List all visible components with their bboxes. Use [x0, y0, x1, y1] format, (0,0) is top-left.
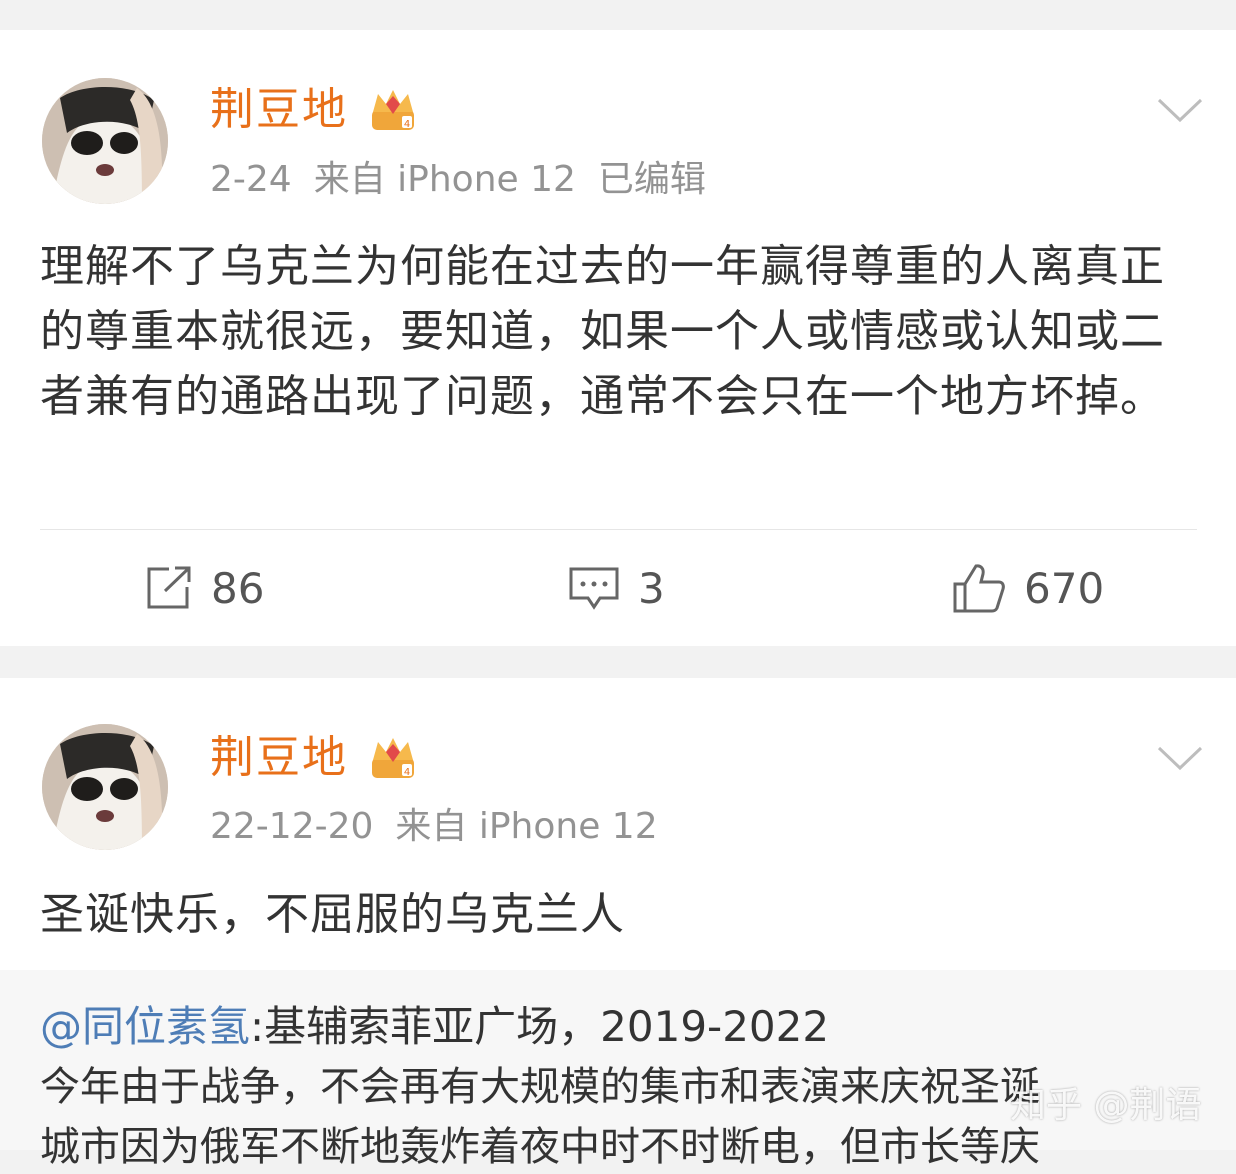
- avatar[interactable]: [42, 724, 168, 850]
- retweet-title: :基辅索菲亚广场，2019-2022: [250, 1002, 830, 1051]
- cat-avatar-icon: [42, 78, 168, 204]
- like-button[interactable]: 670: [952, 558, 1104, 618]
- username[interactable]: 荆豆地: [210, 82, 348, 138]
- repost-count: 86: [211, 563, 265, 613]
- chevron-down-icon[interactable]: [1155, 742, 1205, 772]
- like-count: 670: [1024, 563, 1105, 613]
- post-meta: 22-12-20 来自 iPhone 12: [210, 805, 680, 849]
- weibo-post-card: 荆豆地 4 2-24 来自 iPhone 12 已编辑 理解不了乌克兰为何能在过去的…: [0, 30, 1236, 646]
- retweet-text-line: 今年由于战争，不会再有大规模的集市和表演来庆祝圣诞: [40, 1064, 1040, 1110]
- comment-button[interactable]: 3: [568, 558, 665, 618]
- retweet-header: @同位素氢:基辅索菲亚广场，2019-2022: [40, 1000, 829, 1054]
- svg-text:4: 4: [404, 767, 410, 778]
- retweet-text-line: 城市因为俄军不断地轰炸着夜中时不时断电，但市长等庆: [40, 1124, 1040, 1170]
- crown-badge-icon[interactable]: 4: [368, 734, 418, 782]
- mention-link[interactable]: @同位素氢: [40, 1002, 250, 1051]
- post-text: 理解不了乌克兰为何能在过去的一年赢得尊重的人离真正的尊重本就很远，要知道，如果一…: [40, 241, 1165, 422]
- comment-count: 3: [638, 563, 665, 613]
- post-date: 2-24: [210, 159, 292, 200]
- crown-badge-icon[interactable]: 4: [368, 86, 418, 134]
- repost-icon: [147, 566, 191, 609]
- comment-icon: [569, 567, 619, 610]
- chevron-down-icon[interactable]: [1155, 94, 1205, 124]
- username[interactable]: 荆豆地: [210, 730, 348, 786]
- avatar[interactable]: [42, 78, 168, 204]
- post-date: 22-12-20: [210, 806, 374, 847]
- divider: [40, 529, 1197, 530]
- thumbs-up-icon: [953, 564, 1005, 613]
- edited-label: 已编辑: [597, 159, 706, 200]
- post-source: 来自 iPhone 12: [313, 159, 576, 200]
- repost-button[interactable]: 86: [145, 558, 264, 618]
- svg-text:4: 4: [404, 119, 410, 130]
- cat-avatar-icon: [42, 724, 168, 850]
- post-source: 来自 iPhone 12: [395, 806, 658, 847]
- post-meta: 2-24 来自 iPhone 12 已编辑: [210, 158, 728, 202]
- watermark: 知乎 @荆语: [1010, 1085, 1202, 1126]
- post-text: 圣诞快乐，不屈服的乌克兰人: [40, 889, 625, 940]
